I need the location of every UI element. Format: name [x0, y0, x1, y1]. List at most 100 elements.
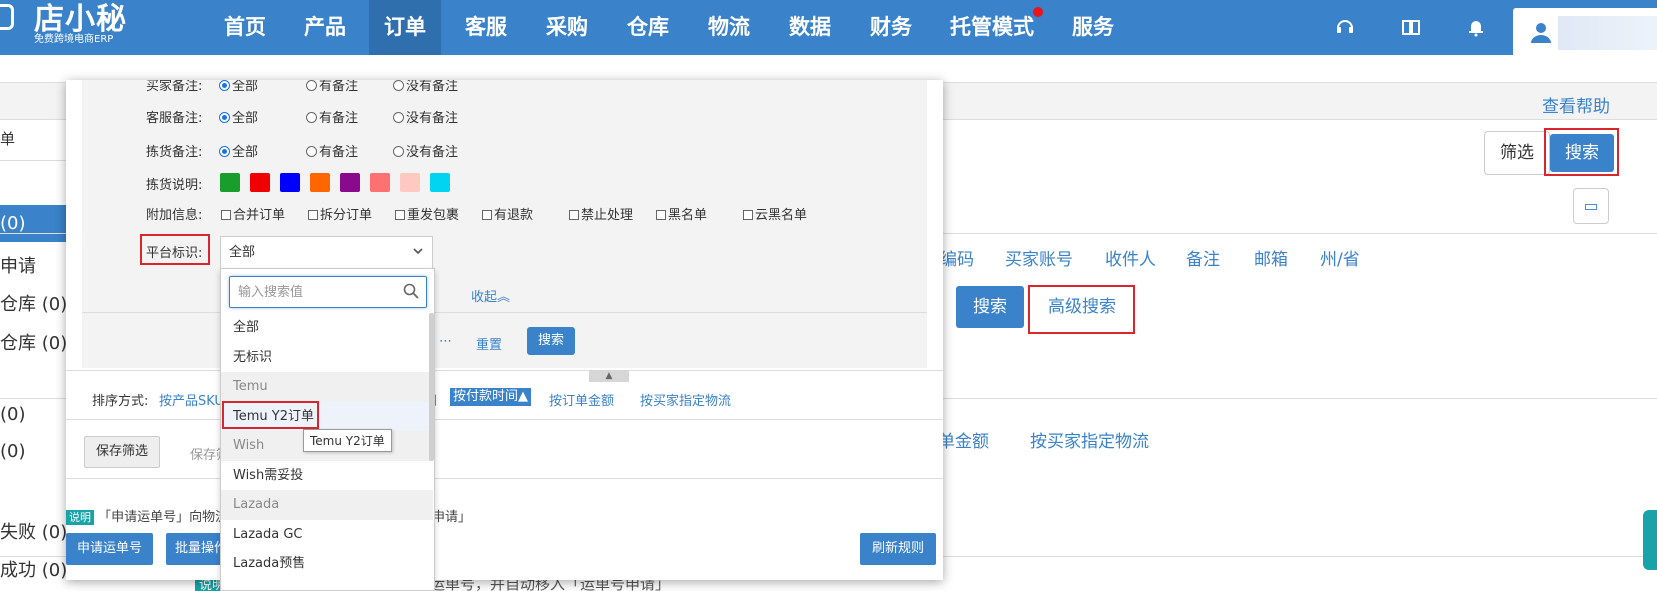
- checkbox-resend-package[interactable]: 重发包裹: [395, 204, 459, 223]
- sort-by-payment-time[interactable]: 按付款时间▲: [450, 388, 531, 406]
- dropdown-option-no-tag[interactable]: 无标识: [221, 343, 433, 373]
- left-menu-row-selected[interactable]: (0): [0, 205, 70, 242]
- field-link-email[interactable]: 邮箱: [1254, 245, 1288, 270]
- nav-item-orders[interactable]: 订单: [369, 0, 441, 55]
- field-link-state[interactable]: 州/省: [1320, 245, 1360, 270]
- field-link-note[interactable]: 备注: [1186, 245, 1220, 270]
- radio-cs-note-none[interactable]: 没有备注: [393, 107, 458, 126]
- dropdown-option-all[interactable]: 全部: [221, 313, 433, 343]
- checkbox-forbidden[interactable]: 禁止处理: [569, 204, 633, 223]
- sort-link-buyer-logistics[interactable]: 按买家指定物流: [1030, 427, 1149, 452]
- sort-link-order-amount[interactable]: 单金额: [938, 427, 989, 452]
- nav-item-data[interactable]: 数据: [781, 0, 839, 55]
- color-swatch[interactable]: [310, 173, 330, 192]
- nav-item-services[interactable]: 服务: [1064, 0, 1122, 55]
- dropdown-search-box[interactable]: [229, 276, 427, 308]
- sort-by-sku[interactable]: 按产品SKU: [159, 390, 224, 409]
- checkbox-refunded[interactable]: 有退款: [482, 204, 533, 223]
- nav-item-finance[interactable]: 财务: [862, 0, 920, 55]
- highlight-box: [222, 401, 319, 429]
- nav-item-home[interactable]: 首页: [216, 0, 274, 55]
- apply-waybill-button[interactable]: 申请运单号: [66, 533, 153, 565]
- highlight-box: [1544, 128, 1619, 176]
- radio-pick-note-all[interactable]: 全部: [219, 141, 258, 160]
- popup-note: 说明 「申请运单号」向物流: [66, 506, 228, 525]
- color-swatch[interactable]: [430, 173, 450, 192]
- radio-buyer-note-all[interactable]: 全部: [219, 80, 258, 94]
- checkbox-icon: [743, 210, 753, 220]
- save-filter-button[interactable]: 保存筛选: [84, 436, 160, 468]
- field-link-buyer-account[interactable]: 买家账号: [1005, 245, 1073, 270]
- left-menu-row[interactable]: 失败 (0): [0, 518, 70, 544]
- color-swatch[interactable]: [370, 173, 390, 192]
- bell-icon[interactable]: [1465, 16, 1487, 38]
- radio-cs-note-all[interactable]: 全部: [219, 107, 258, 126]
- collapse-handle-icon[interactable]: ▲: [589, 370, 629, 382]
- dropdown-option-lazada-presale[interactable]: Lazada预售: [221, 549, 433, 579]
- checkbox-split-order[interactable]: 拆分订单: [308, 204, 372, 223]
- radio-icon: [219, 112, 230, 123]
- left-menu-row[interactable]: (0): [0, 441, 70, 462]
- headset-icon[interactable]: [1334, 16, 1356, 38]
- nav-item-purchasing[interactable]: 采购: [538, 0, 596, 55]
- left-menu-row[interactable]: 单: [0, 128, 70, 149]
- color-swatch[interactable]: [250, 173, 270, 192]
- dropdown-scrollbar[interactable]: [429, 313, 434, 461]
- checkbox-merged-order[interactable]: 合并订单: [221, 204, 285, 223]
- reset-link[interactable]: 重置: [476, 334, 502, 353]
- checkbox-blacklist[interactable]: 黑名单: [656, 204, 707, 223]
- left-menu-row[interactable]: 仓库 (0): [0, 290, 70, 316]
- filter-button[interactable]: 筛选: [1484, 131, 1550, 175]
- note-text-tail: 申请」: [432, 510, 472, 525]
- sort-by-order-amount[interactable]: 按订单金额: [549, 390, 614, 409]
- collapse-link[interactable]: 收起︽: [471, 286, 510, 305]
- nav-item-hosted-mode[interactable]: 托管模式: [942, 0, 1042, 55]
- search-icon[interactable]: [402, 282, 420, 300]
- nav-item-warehouse[interactable]: 仓库: [619, 0, 677, 55]
- brand-logo[interactable]: 店小秘 免费跨境电商ERP: [0, 0, 140, 55]
- filter-link-fragment[interactable]: ⋯: [439, 334, 452, 349]
- radio-icon: [306, 80, 317, 91]
- color-swatch[interactable]: [400, 173, 420, 192]
- radio-buyer-note-none[interactable]: 没有备注: [393, 80, 458, 94]
- side-float-tab[interactable]: [1643, 510, 1657, 570]
- search-button-secondary[interactable]: 搜索: [956, 286, 1024, 328]
- checkbox-icon: [395, 210, 405, 220]
- nav-item-customer-service[interactable]: 客服: [457, 0, 515, 55]
- refresh-rules-button[interactable]: 刷新规则: [860, 533, 936, 565]
- color-swatch[interactable]: [280, 173, 300, 192]
- left-menu-row[interactable]: 仓库 (0): [0, 329, 70, 355]
- checkbox-cloud-blacklist[interactable]: 云黑名单: [743, 204, 807, 223]
- left-menu-row[interactable]: 成功 (0): [0, 556, 70, 582]
- logo-icon: [0, 4, 14, 30]
- color-swatch[interactable]: [340, 173, 360, 192]
- color-swatch[interactable]: [220, 173, 240, 192]
- book-icon[interactable]: [1400, 16, 1422, 38]
- user-menu[interactable]: [1513, 8, 1657, 55]
- radio-pick-note-has[interactable]: 有备注: [306, 141, 358, 160]
- radio-cs-note-has[interactable]: 有备注: [306, 107, 358, 126]
- sort-by-buyer-logistics[interactable]: 按买家指定物流: [640, 390, 731, 409]
- checkbox-icon: [221, 210, 231, 220]
- highlight-box: [1028, 285, 1135, 334]
- help-link[interactable]: 查看帮助: [1542, 92, 1610, 117]
- radio-icon: [219, 80, 230, 91]
- dropdown-option-lazada-gc[interactable]: Lazada GC: [221, 520, 433, 550]
- nav-item-logistics[interactable]: 物流: [700, 0, 758, 55]
- popup-search-button[interactable]: 搜索: [527, 327, 575, 355]
- field-link-recipient[interactable]: 收件人: [1105, 245, 1156, 270]
- radio-icon: [393, 146, 404, 157]
- dropdown-group-temu: Temu: [221, 372, 433, 402]
- notification-dot-icon: [1033, 7, 1043, 17]
- radio-buyer-note-has[interactable]: 有备注: [306, 80, 358, 94]
- left-menu-row[interactable]: 申请: [0, 252, 70, 278]
- platform-select[interactable]: 全部: [220, 236, 433, 268]
- radio-pick-note-none[interactable]: 没有备注: [393, 141, 458, 160]
- dropdown-search-input[interactable]: [230, 277, 390, 307]
- left-divider: [0, 160, 70, 161]
- store-icon[interactable]: ▭: [1573, 188, 1609, 224]
- field-link-code[interactable]: 编码: [940, 245, 974, 270]
- left-menu-row[interactable]: (0): [0, 404, 70, 425]
- dropdown-option-wish-delivery[interactable]: Wish需妥投: [221, 461, 433, 491]
- nav-item-products[interactable]: 产品: [296, 0, 354, 55]
